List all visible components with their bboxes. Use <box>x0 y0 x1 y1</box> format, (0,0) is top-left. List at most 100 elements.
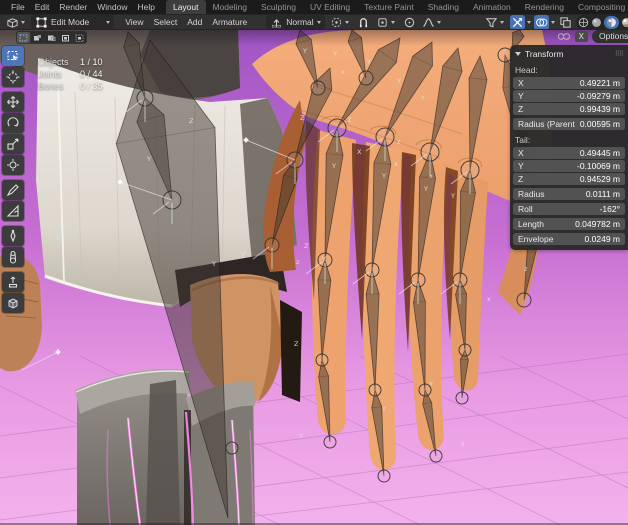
menu-view[interactable]: View <box>120 15 148 30</box>
falloff-dropdown[interactable] <box>419 15 444 30</box>
collapse-caret-icon <box>515 52 521 56</box>
scene-stats-overlay: Objects 1 / 10 Joints 0 / 44 Bones 0 / 3… <box>38 56 103 92</box>
select-mode-invert[interactable] <box>59 32 72 43</box>
menu-file[interactable]: File <box>6 0 30 14</box>
stats-objects-value: 1 / 10 <box>80 56 103 68</box>
tab-animation[interactable]: Animation <box>466 0 518 14</box>
tool-shear-icon <box>6 296 20 310</box>
menu-render[interactable]: Render <box>54 0 92 14</box>
tool-rotate-icon <box>6 116 20 130</box>
field-value: 0.94529 m <box>580 173 620 185</box>
shading-solid-icon[interactable] <box>591 17 602 28</box>
svg-text:z: z <box>524 265 528 273</box>
select-mode-new-icon <box>19 34 28 42</box>
select-mode-group <box>16 31 87 44</box>
pivot-point-icon <box>330 16 343 29</box>
field-tail-y[interactable]: Y-0.10069 m <box>513 160 625 172</box>
select-mode-intersect[interactable] <box>73 32 86 43</box>
field-head-x[interactable]: X0.49221 m <box>513 77 625 89</box>
pivot-point-button[interactable] <box>327 15 352 30</box>
mirror-icon <box>557 31 571 42</box>
shading-material-icon <box>606 17 617 28</box>
show-overlays-toggle[interactable] <box>534 15 549 30</box>
shading-wireframe-icon[interactable] <box>578 17 589 28</box>
tool-transform[interactable] <box>2 155 24 175</box>
tab-modeling[interactable]: Modeling <box>206 0 255 14</box>
select-mode-extend-icon <box>33 34 42 42</box>
tab-layout[interactable]: Layout <box>166 0 206 14</box>
field-roll[interactable]: Roll -162° <box>513 203 625 215</box>
transform-panel-header[interactable]: Transform ⠿⠿ <box>513 48 625 62</box>
select-mode-subtract[interactable] <box>45 32 58 43</box>
tool-select-box[interactable] <box>2 46 24 66</box>
tab-uv-editing[interactable]: UV Editing <box>303 0 357 14</box>
field-label: Z <box>518 173 523 185</box>
tool-scale[interactable] <box>2 134 24 154</box>
field-value: -162° <box>600 203 620 215</box>
field-tail-radius[interactable]: Radius0.0111 m <box>513 188 625 200</box>
field-head-z[interactable]: Z 0.99439 m <box>513 103 625 115</box>
field-label: Z <box>518 103 523 115</box>
tool-move[interactable] <box>2 92 24 112</box>
tool-bone-envelope[interactable] <box>2 247 24 267</box>
tool-measure[interactable] <box>2 201 24 221</box>
tool-annotate[interactable] <box>2 180 24 200</box>
menu-armature[interactable]: Armature <box>207 15 252 30</box>
tool-extrude[interactable] <box>2 272 24 292</box>
menu-edit[interactable]: Edit <box>30 0 55 14</box>
tab-texture-paint[interactable]: Texture Paint <box>357 0 421 14</box>
menu-window[interactable]: Window <box>92 0 132 14</box>
tool-roll-icon <box>6 229 20 243</box>
field-value: 0.99439 m <box>580 103 620 115</box>
proportional-editing-button[interactable] <box>400 15 419 30</box>
stats-bones-value: 0 / 35 <box>80 80 103 92</box>
tool-transform-icon <box>6 158 20 172</box>
orientation-dropdown[interactable]: Normal <box>266 15 324 29</box>
tab-rendering[interactable]: Rendering <box>518 0 571 14</box>
field-value: 0.049782 m <box>575 218 620 230</box>
filter-dropdown[interactable] <box>482 15 507 30</box>
tool-cursor[interactable] <box>2 67 24 87</box>
field-tail-z[interactable]: Z 0.94529 m <box>513 173 625 185</box>
xray-toggle[interactable] <box>558 15 573 30</box>
snap-toggle-button[interactable] <box>354 15 373 30</box>
magnet-icon <box>357 16 370 29</box>
svg-text:z: z <box>296 258 300 266</box>
tool-annotate-icon <box>6 183 20 197</box>
field-head-y[interactable]: Y -0.09279 m <box>513 90 625 102</box>
tool-shelf <box>2 46 24 314</box>
menu-help[interactable]: Help <box>132 0 159 14</box>
tool-shear[interactable] <box>2 293 24 313</box>
select-mode-new[interactable] <box>17 32 30 43</box>
menu-add[interactable]: Add <box>182 15 207 30</box>
tab-shading[interactable]: Shading <box>421 0 466 14</box>
orientation-normal-icon <box>270 16 283 29</box>
snap-target-button[interactable] <box>373 15 398 30</box>
topbar: File Edit Render Window Help Layout Mode… <box>0 0 628 14</box>
field-value: -0.09279 m <box>577 90 620 102</box>
field-value: 0.49221 m <box>580 77 620 89</box>
tool-rotate[interactable] <box>2 113 24 133</box>
menu-select[interactable]: Select <box>149 15 183 30</box>
field-length[interactable]: Length0.049782 m <box>513 218 625 230</box>
options-button[interactable]: Options <box>592 30 628 43</box>
shading-material-active[interactable] <box>604 16 619 29</box>
editor-type-button[interactable] <box>3 15 28 30</box>
panel-grip-icon[interactable]: ⠿⠿ <box>615 50 623 58</box>
field-label: Y <box>518 90 524 102</box>
tool-roll[interactable] <box>2 226 24 246</box>
show-gizmo-toggle[interactable] <box>510 15 525 30</box>
shading-rendered-icon[interactable] <box>621 17 628 28</box>
tool-select-box-icon <box>6 49 20 63</box>
field-head-radius[interactable]: Radius (Parent0.00595 m <box>513 118 625 130</box>
field-tail-x[interactable]: X0.49445 m <box>513 147 625 159</box>
field-label: Roll <box>518 203 533 215</box>
mode-dropdown[interactable]: Edit Mode <box>31 15 114 29</box>
field-envelope[interactable]: Envelope0.0249 m <box>513 233 625 245</box>
select-mode-extend[interactable] <box>31 32 44 43</box>
mirror-x-toggle[interactable]: X <box>575 31 588 42</box>
viewport-3d[interactable]: YYYxYYZZXxYYzxYYZYzZYYYYZZzxZYYxY Object… <box>0 30 628 525</box>
tab-compositing[interactable]: Compositing <box>571 0 628 14</box>
tab-sculpting[interactable]: Sculpting <box>254 0 303 14</box>
stats-joints-label: Joints <box>38 68 80 80</box>
